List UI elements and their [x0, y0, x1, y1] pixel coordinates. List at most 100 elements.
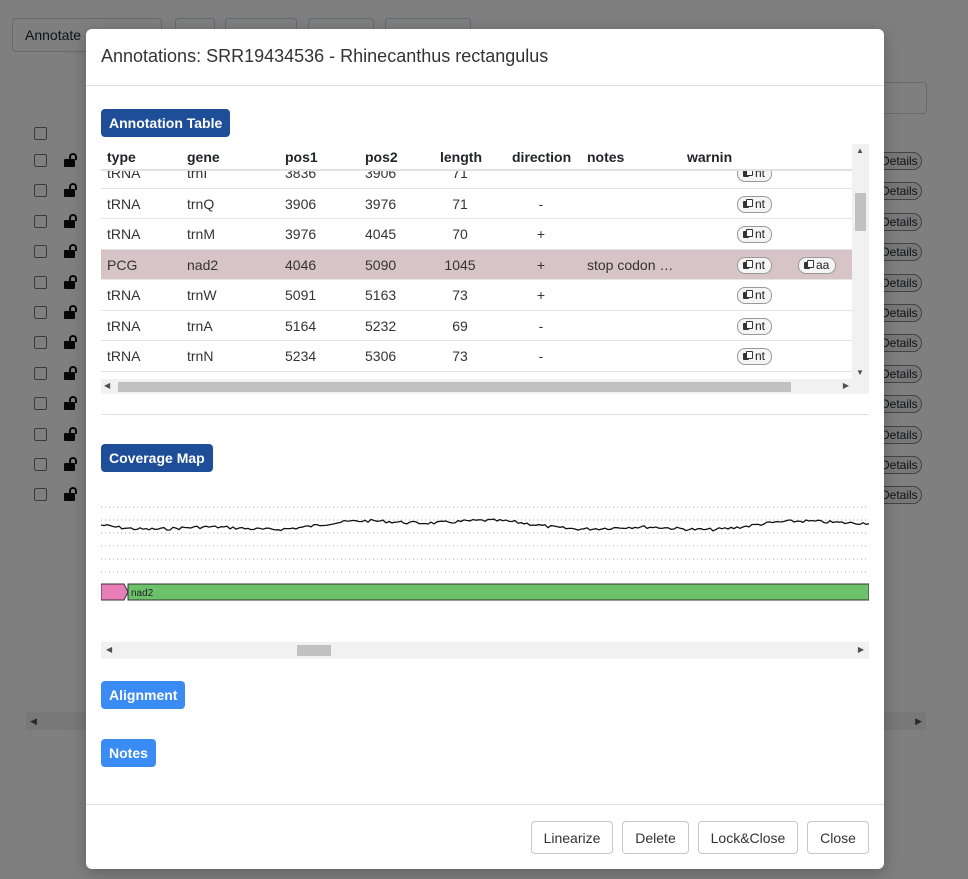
section-divider [101, 414, 869, 415]
copy-nt-label: nt [755, 227, 766, 241]
table-row[interactable]: PCG nad2 4046 5090 1045 + stop codon … nt aa [101, 249, 852, 280]
cell-type: tRNA [107, 195, 141, 212]
copy-nt-label: nt [755, 288, 766, 302]
cell-pos2: 5306 [365, 348, 397, 364]
column-header-gene[interactable]: gene [187, 149, 220, 165]
table-body: tRNA trnI 3836 3906 71 nt tRNA trnQ 3906 3976 71- n… [101, 158, 852, 394]
table-row[interactable]: tRNA trnN 5234 5306 73 - nt [101, 341, 852, 372]
cell-length: 1045 [444, 256, 476, 273]
annotation-table: tRNA trnI 3836 3906 71 nt tRNA trnQ 3906 3976 71- n… [101, 144, 869, 394]
scrollbar-thumb[interactable] [855, 193, 866, 231]
copy-aa-button[interactable]: aa [798, 256, 837, 274]
cell-length: 70 [452, 226, 468, 242]
cell-gene: trnQ [187, 195, 215, 212]
column-header-direction[interactable]: direction [512, 149, 571, 165]
column-header-type[interactable]: type [107, 149, 136, 165]
modal-title: Annotations: SRR19434536 - Rhinecanthus … [101, 46, 549, 66]
cell-gene: trnA [187, 317, 213, 334]
coverage-line [101, 518, 869, 532]
cell-pos1: 3906 [285, 195, 317, 212]
annotations-modal: Annotations: SRR19434536 - Rhinecanthus … [86, 29, 884, 869]
coverage-horizontal-scrollbar[interactable]: ◀ ▶ [101, 642, 869, 659]
coverage-plot [101, 506, 869, 573]
column-header-warnings[interactable]: warnin [687, 149, 732, 165]
gene-feature-previous[interactable] [101, 583, 129, 601]
copy-icon [743, 198, 753, 209]
copy-aa-label: aa [816, 257, 830, 272]
modal-header: Annotations: SRR19434536 - Rhinecanthus … [86, 29, 884, 86]
column-header-pos2[interactable]: pos2 [365, 149, 398, 165]
scrollbar-thumb[interactable] [297, 645, 331, 656]
alignment-button[interactable]: Alignment [101, 681, 186, 709]
copy-nt-label: nt [755, 349, 766, 363]
copy-icon [743, 259, 753, 270]
close-button[interactable]: Close [807, 821, 869, 854]
modal-footer: Linearize Delete Lock&Close Close [86, 804, 884, 869]
gene-feature-label: nad2 [131, 588, 154, 599]
cell-gene: trnM [187, 226, 215, 242]
column-header-notes[interactable]: notes [587, 149, 624, 165]
copy-nt-label: nt [755, 257, 766, 272]
copy-nt-button[interactable]: nt [737, 195, 773, 213]
cell-length: 69 [452, 317, 468, 334]
cell-pos1: 3976 [285, 226, 317, 242]
annotation-table-button[interactable]: Annotation Table [101, 109, 231, 137]
gene-track: nad2 [101, 583, 869, 601]
scroll-right-icon[interactable]: ▶ [858, 645, 864, 654]
cell-direction: + [536, 226, 546, 242]
column-header-pos1[interactable]: pos1 [285, 149, 318, 165]
copy-icon [804, 259, 814, 270]
cell-pos1: 5164 [285, 317, 317, 334]
cell-direction: + [536, 287, 546, 303]
cell-pos2: 5090 [365, 256, 397, 273]
copy-nt-label: nt [755, 196, 766, 211]
table-row[interactable]: tRNA trnA 5164 5232 69 - nt [101, 311, 852, 341]
cell-length: 73 [452, 348, 468, 364]
cell-type: tRNA [107, 317, 141, 334]
cell-pos1: 5091 [285, 287, 317, 303]
copy-icon [743, 290, 753, 300]
column-header-length[interactable]: length [440, 149, 482, 165]
lock-close-button[interactable]: Lock&Close [698, 821, 798, 854]
cell-type: tRNA [107, 226, 141, 242]
scroll-left-icon[interactable]: ◀ [106, 645, 112, 654]
table-row[interactable]: tRNA trnQ 3906 3976 71 - nt [101, 189, 852, 219]
copy-nt-button[interactable]: nt [737, 287, 773, 304]
table-vertical-scrollbar[interactable]: ▲ ▼ [852, 144, 869, 379]
linearize-button[interactable]: Linearize [531, 821, 613, 854]
scroll-left-icon[interactable]: ◀ [104, 381, 110, 390]
scroll-down-icon[interactable]: ▼ [856, 368, 864, 377]
notes-button[interactable]: Notes [101, 739, 156, 767]
table-horizontal-scrollbar[interactable]: ◀ ▶ [101, 379, 869, 394]
table-row[interactable]: tRNA trnM 3976 4045 70 + nt [101, 219, 852, 250]
copy-nt-button[interactable]: nt [737, 256, 773, 274]
cell-direction: + [536, 256, 546, 273]
cell-pos1: 5234 [285, 348, 317, 364]
scrollbar-thumb[interactable] [118, 382, 791, 392]
table-row[interactable]: tRNA trnW 5091 5163 73 + nt [101, 280, 852, 311]
cell-gene: trnN [187, 348, 214, 364]
copy-icon [743, 320, 753, 331]
cell-pos2: 4045 [365, 226, 397, 242]
cell-direction: - [538, 348, 544, 364]
copy-nt-label: nt [755, 318, 766, 333]
cell-notes: stop codon … [587, 256, 674, 273]
coverage-map-button[interactable]: Coverage Map [101, 444, 213, 472]
cell-gene: nad2 [187, 256, 219, 273]
cell-type: PCG [107, 256, 138, 273]
cell-gene: trnW [187, 287, 217, 303]
copy-nt-button[interactable]: nt [737, 226, 773, 243]
gene-feature-nad2[interactable] [127, 583, 869, 601]
cell-pos1: 4046 [285, 256, 317, 273]
cell-type: tRNA [107, 287, 141, 303]
cell-pos2: 5163 [365, 287, 397, 303]
cell-type: tRNA [107, 348, 141, 364]
copy-icon [743, 351, 753, 361]
cell-direction: - [538, 317, 544, 334]
delete-button[interactable]: Delete [622, 821, 689, 854]
scroll-right-icon[interactable]: ▶ [843, 381, 849, 390]
table-header: type gene pos1 pos2 length direction not… [101, 144, 852, 171]
copy-nt-button[interactable]: nt [737, 348, 773, 365]
copy-nt-button[interactable]: nt [737, 317, 773, 335]
scroll-up-icon[interactable]: ▲ [856, 146, 864, 155]
